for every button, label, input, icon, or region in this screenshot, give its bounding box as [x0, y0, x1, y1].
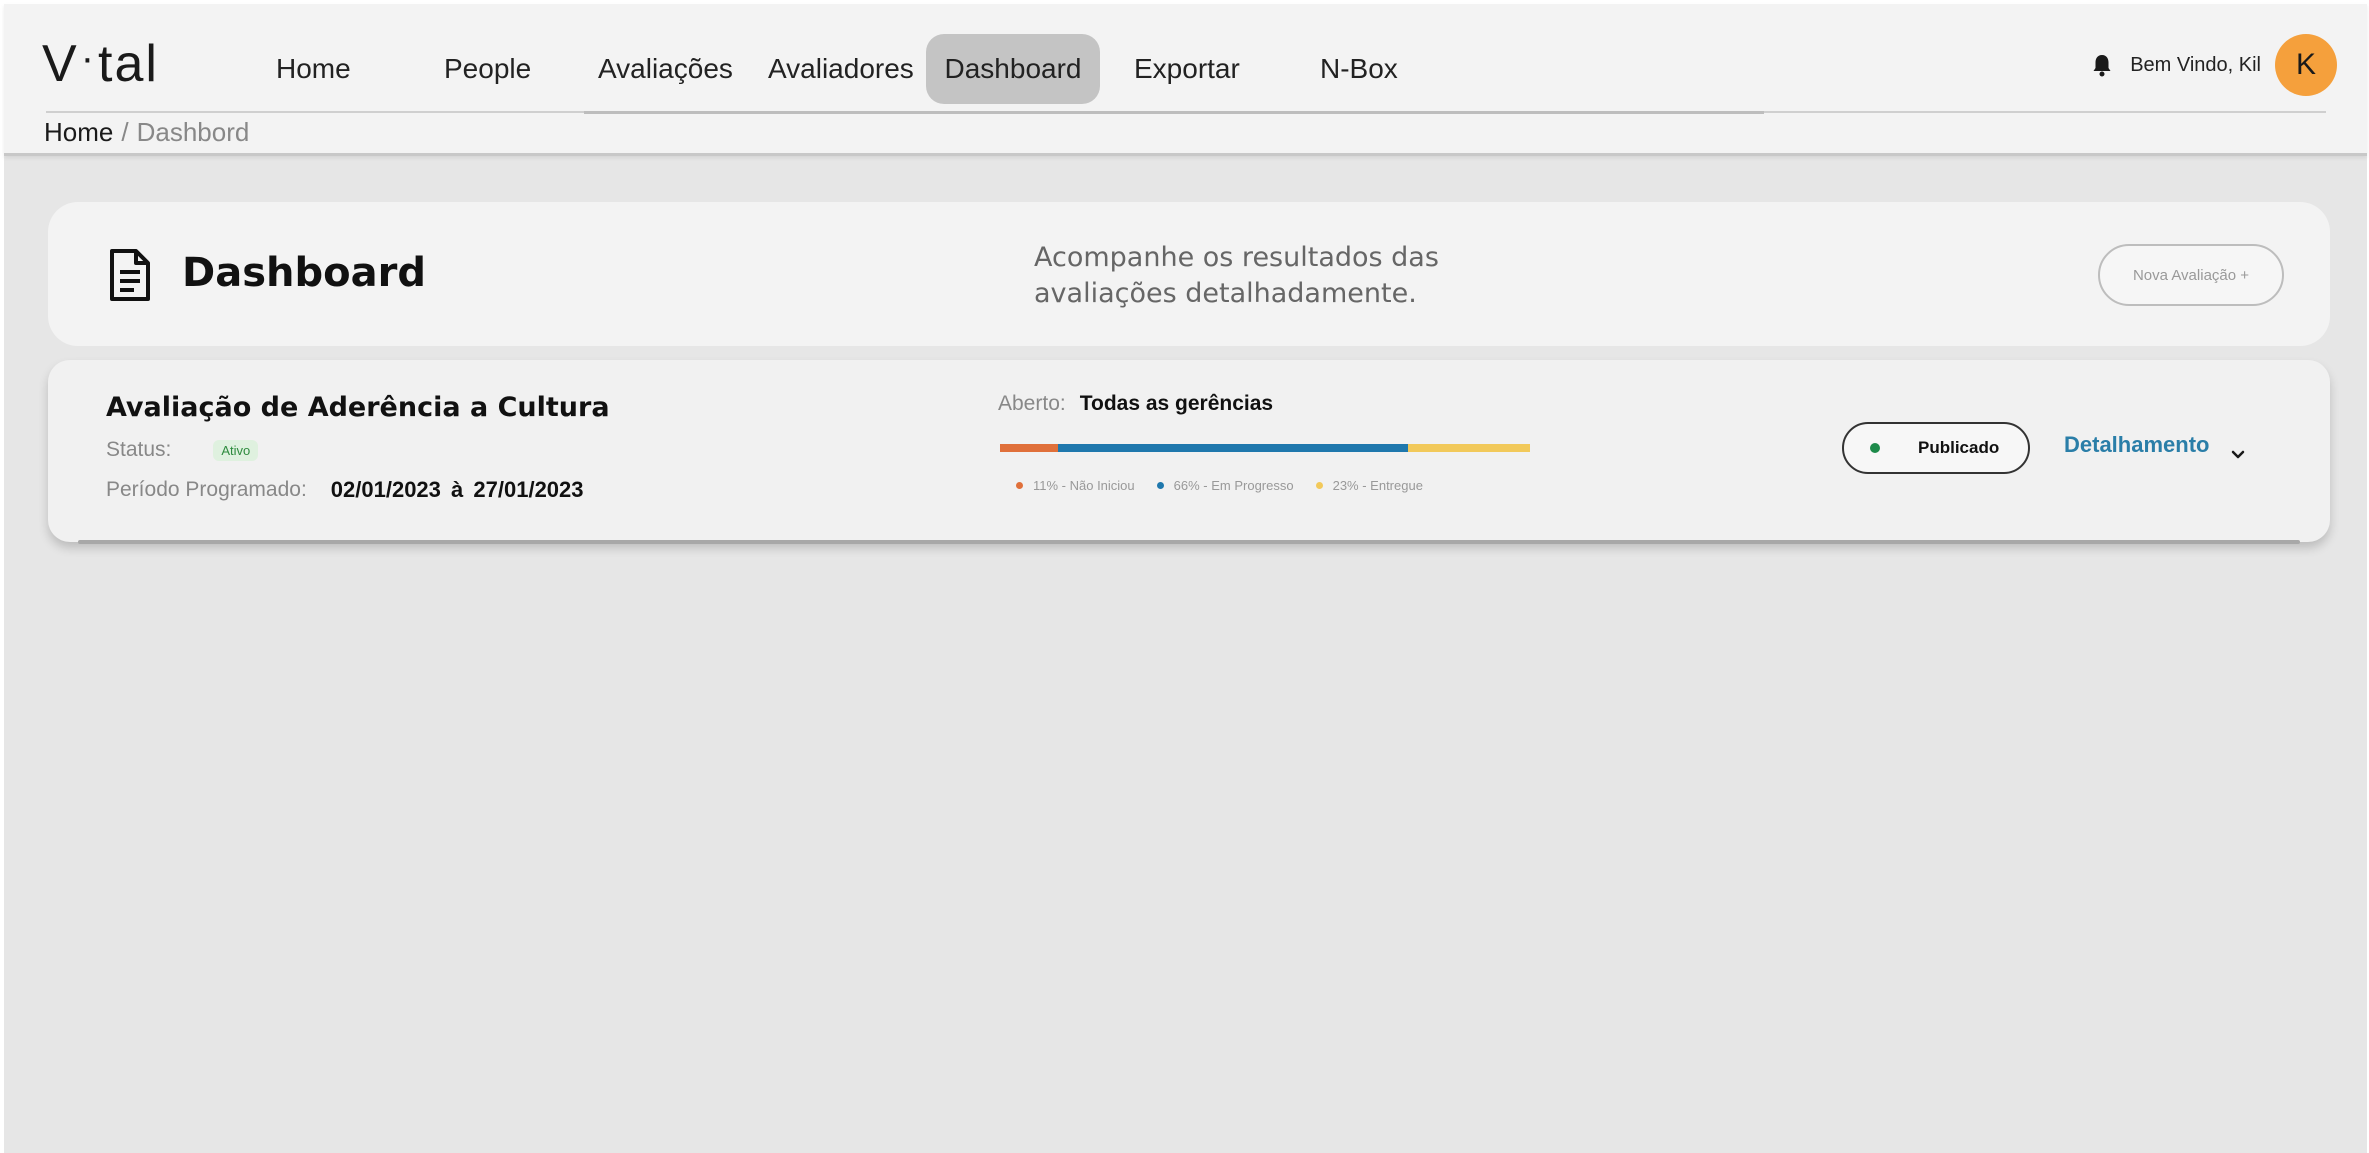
- legend-item: 11% - Não Iniciou: [1016, 478, 1135, 493]
- status-label: Status:: [106, 438, 172, 461]
- breadcrumb-current: Dashbord: [136, 117, 250, 147]
- progress-segment-in-progress: [1058, 444, 1409, 452]
- published-dot: [1870, 443, 1880, 453]
- open-value: Todas as gerências: [1079, 392, 1274, 415]
- published-label: Publicado: [1918, 438, 2000, 457]
- breadcrumb-home[interactable]: Home: [44, 117, 113, 148]
- status-row: Status: Ativo: [106, 438, 259, 462]
- detail-label: Detalhamento: [2064, 432, 2210, 457]
- page-subtitle: Acompanhe os resultados das avaliações d…: [1034, 242, 1439, 309]
- detail-toggle[interactable]: Detalhamento: [2064, 432, 2245, 459]
- avatar[interactable]: K: [2275, 34, 2337, 96]
- logo-text: tal: [98, 35, 159, 93]
- logo-letter: V: [42, 35, 79, 93]
- user-area: Bem Vindo, Kil K: [2092, 34, 2337, 96]
- document-icon: [106, 248, 152, 302]
- published-status-button[interactable]: Publicado: [1842, 422, 2030, 474]
- period-separator: à: [451, 477, 464, 502]
- nav-nbox[interactable]: N-Box: [1304, 34, 1414, 104]
- period-row: Período Programado: 02/01/2023 à 27/01/2…: [106, 477, 584, 503]
- legend-dot: [1156, 482, 1164, 489]
- new-evaluation-button[interactable]: Nova Avaliação +: [2098, 244, 2284, 306]
- evaluation-title: Avaliação de Aderência a Cultura: [106, 392, 610, 423]
- welcome-text: Bem Vindo, Kil: [2130, 53, 2261, 76]
- chevron-down-icon: [2231, 440, 2245, 459]
- progress-bar: [1000, 444, 1530, 452]
- nav-avaliadores[interactable]: Avaliadores: [752, 34, 930, 104]
- period-dates: 02/01/2023 à 27/01/2023: [331, 477, 584, 503]
- open-row: Aberto: Todas as gerências: [998, 392, 1273, 416]
- nav-people[interactable]: People: [428, 34, 547, 104]
- progress-legend: 11% - Não Iniciou 66% - Em Progresso 23%…: [1016, 478, 1423, 493]
- nav-home[interactable]: Home: [260, 34, 367, 104]
- legend-dot: [1315, 482, 1323, 489]
- legend-label: 11% - Não Iniciou: [1033, 478, 1135, 493]
- bell-icon[interactable]: [2092, 51, 2116, 79]
- logo-dot: ·: [80, 36, 97, 80]
- breadcrumb: Home / Dashbord: [44, 117, 249, 148]
- period-start: 02/01/2023: [330, 477, 441, 502]
- vtal-logo[interactable]: V · tal: [42, 34, 159, 94]
- nav-exportar[interactable]: Exportar: [1118, 34, 1256, 104]
- breadcrumb-separator: /: [121, 117, 129, 147]
- period-end: 27/01/2023: [473, 477, 584, 502]
- nav-dashboard[interactable]: Dashboard: [926, 34, 1100, 104]
- progress-segment-not-started: [1000, 444, 1059, 452]
- open-label: Aberto:: [998, 392, 1066, 415]
- dashboard-title-card: Dashboard Acompanhe os resultados das av…: [48, 202, 2330, 346]
- evaluation-card: Avaliação de Aderência a Cultura Status:…: [48, 360, 2330, 544]
- top-header: V · tal Home People Avaliações Avaliadores…: [4, 4, 2367, 156]
- page: V · tal Home People Avaliações Avaliadores…: [4, 4, 2367, 1153]
- card-bottom-rule: [78, 540, 2300, 544]
- legend-item: 66% - Em Progresso: [1156, 478, 1294, 493]
- progress-segment-delivered: [1408, 444, 1530, 452]
- page-title: Dashboard: [182, 250, 426, 296]
- period-label: Período Programado:: [106, 478, 307, 501]
- nav-avaliacoes[interactable]: Avaliações: [582, 34, 749, 104]
- legend-label: 23% - Entregue: [1332, 478, 1423, 493]
- header-divider-accent: [584, 111, 1764, 114]
- legend-item: 23% - Entregue: [1315, 478, 1423, 493]
- legend-label: 66% - Em Progresso: [1173, 478, 1294, 493]
- legend-dot: [1016, 482, 1023, 489]
- status-badge: Ativo: [213, 439, 259, 461]
